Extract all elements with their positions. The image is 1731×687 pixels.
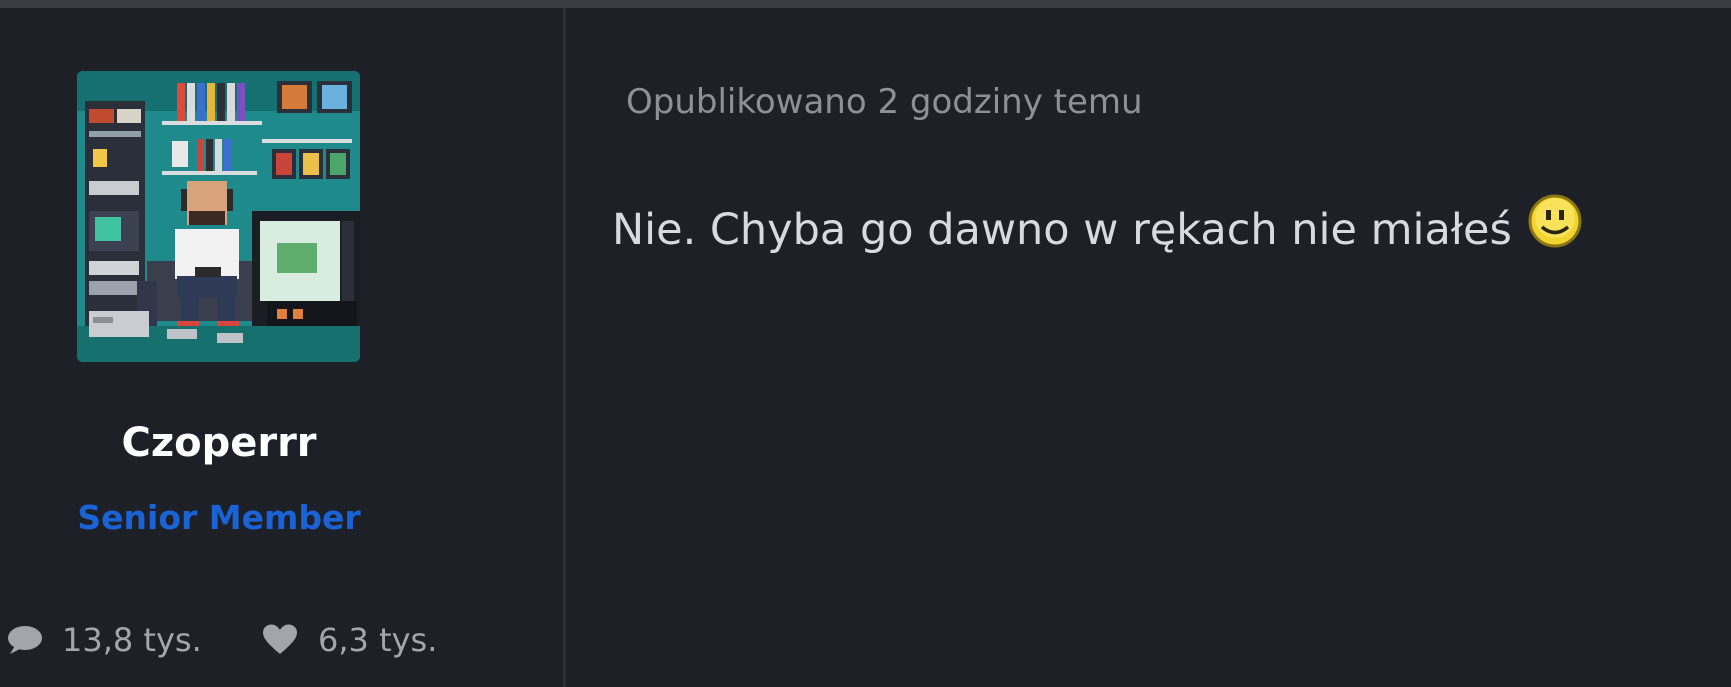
- heart-icon: [263, 624, 297, 654]
- post-panel: Opublikowano 2 godziny temu Nie. Chyba g…: [566, 8, 1731, 687]
- username[interactable]: Czoperrr: [0, 418, 438, 468]
- top-border: [0, 0, 1731, 8]
- post-count-stat: 13,8 tys.: [6, 616, 202, 664]
- post-content: Nie. Chyba go dawno w rękach nie miałeś: [612, 194, 1584, 258]
- post-count: 13,8 tys.: [62, 621, 202, 659]
- author-stats: 13,8 tys. 6,3 tys.: [0, 616, 500, 664]
- post-timestamp[interactable]: Opublikowano 2 godziny temu: [626, 80, 1143, 124]
- post-text: Nie. Chyba go dawno w rękach nie miałeś: [612, 205, 1512, 255]
- member-rank: Senior Member: [77, 498, 361, 537]
- likes-stat: 6,3 tys.: [262, 616, 437, 664]
- smiley-face-icon: [1526, 192, 1584, 250]
- avatar-image: [77, 71, 360, 362]
- likes-count: 6,3 tys.: [318, 621, 438, 659]
- author-panel: Czoperrr Senior Member 13,8 tys. 6,3 tys…: [0, 8, 563, 687]
- avatar[interactable]: [77, 71, 360, 362]
- speech-bubble-icon: [8, 626, 42, 654]
